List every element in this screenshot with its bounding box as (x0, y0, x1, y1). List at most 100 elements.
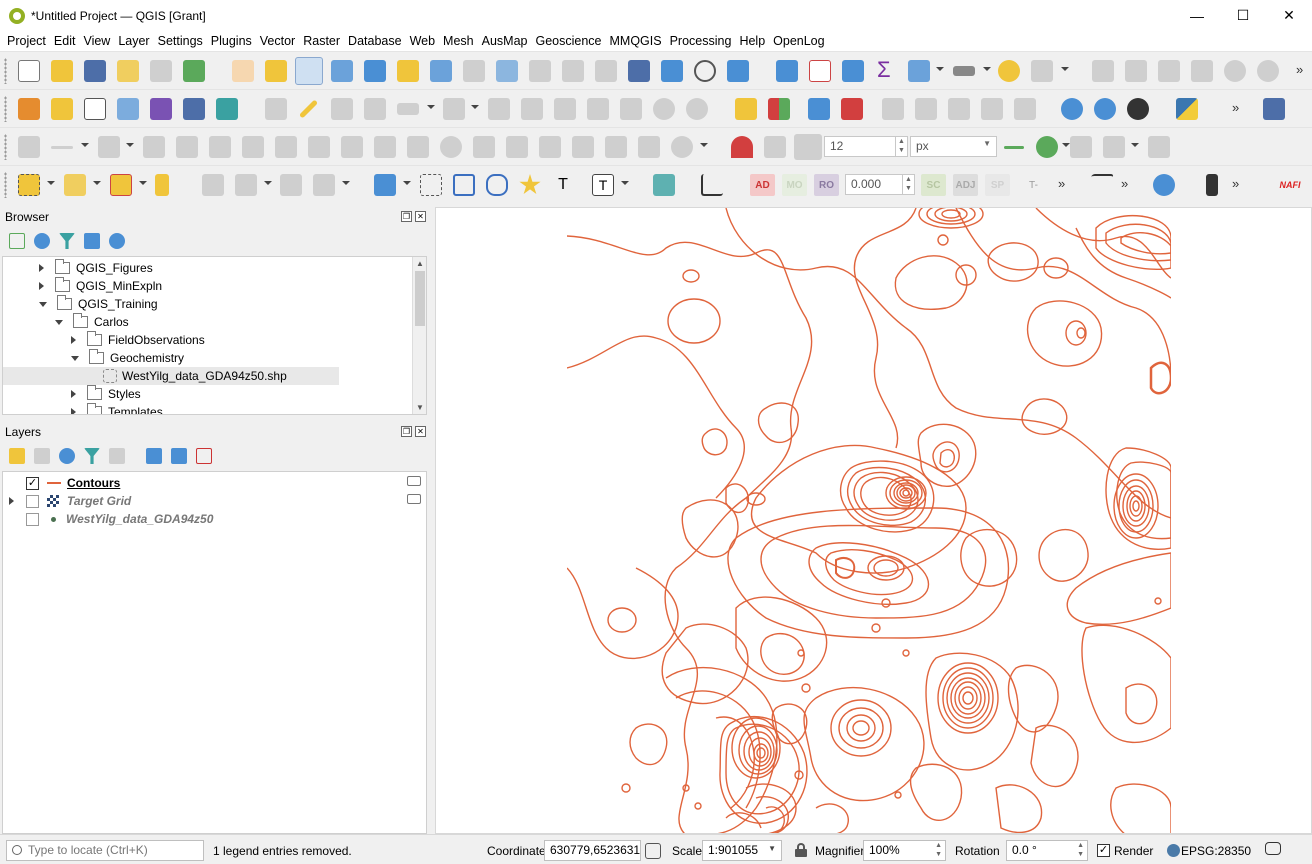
style-panel-icon[interactable] (9, 448, 25, 464)
screenshot-icon[interactable] (1206, 174, 1218, 196)
add-group-icon[interactable] (34, 448, 50, 464)
coordinate-field[interactable]: 630779,6523631 (544, 840, 641, 861)
sun-plus-icon[interactable] (1257, 60, 1279, 82)
measure-line-icon[interactable] (953, 66, 975, 76)
merge-features-icon[interactable] (440, 136, 462, 158)
chevron-down-icon[interactable] (1061, 67, 1069, 71)
split-features-icon[interactable] (374, 136, 396, 158)
tree-item[interactable]: Styles (71, 385, 141, 403)
expand-arrow-icon[interactable] (71, 408, 76, 414)
float-panel-icon[interactable]: ❐ (401, 211, 412, 222)
menu-raster[interactable]: Raster (299, 34, 344, 48)
spin-arrows-icon[interactable]: ▲ ▼ (902, 175, 914, 194)
expand-arrow-icon[interactable] (71, 336, 76, 344)
crs-globe-icon[interactable] (1167, 844, 1180, 857)
digitize-icon[interactable] (117, 98, 139, 120)
select-by-expression-icon[interactable] (64, 174, 86, 196)
undo-icon[interactable] (653, 98, 675, 120)
menu-project[interactable]: Project (3, 34, 50, 48)
change-label-icon[interactable] (948, 98, 970, 120)
open-project-icon[interactable] (51, 60, 73, 82)
processing-toolbox-icon[interactable] (842, 60, 864, 82)
sp-button[interactable]: SP (985, 174, 1010, 196)
menu-mesh[interactable]: Mesh (439, 34, 478, 48)
menu-view[interactable]: View (79, 34, 114, 48)
chevron-down-icon[interactable] (1131, 143, 1139, 147)
marker-annotation-icon[interactable] (519, 174, 541, 195)
layer-item-westyilg[interactable]: WestYilg_data_GDA94z50 (26, 510, 213, 528)
add-layer-icon[interactable] (51, 98, 73, 120)
browser-scrollbar[interactable]: ▲ ▼ (412, 257, 426, 414)
copy-features-icon[interactable] (587, 98, 609, 120)
layer-item-contours[interactable]: ✓ Contours (26, 474, 120, 492)
layer-indicator-icon[interactable] (407, 494, 421, 504)
georef-icon[interactable] (653, 174, 675, 196)
show-bookmarks-icon[interactable] (661, 60, 683, 82)
toolbar-more-icon[interactable]: » (1232, 100, 1239, 115)
new-bookmark-icon[interactable] (628, 60, 650, 82)
layer-visibility-checkbox[interactable]: ✓ (26, 476, 39, 490)
graticule-icon[interactable] (1125, 60, 1147, 82)
layout-manager-icon[interactable] (150, 60, 172, 82)
vector-tool-1-icon[interactable] (202, 174, 224, 196)
snap-vertex-icon[interactable] (764, 136, 786, 158)
menu-mmqgis[interactable]: MMQGIS (606, 34, 666, 48)
menu-edit[interactable]: Edit (50, 34, 80, 48)
tolerance-spinbox[interactable]: 12 ▲ ▼ (824, 136, 908, 157)
deselect-icon[interactable] (110, 174, 132, 196)
toolbar-grip[interactable] (4, 58, 7, 84)
vector-tool-2-icon[interactable] (235, 174, 257, 196)
chevron-down-icon[interactable] (81, 143, 89, 147)
tracing-icon[interactable] (1103, 136, 1125, 158)
python-console-icon[interactable] (1176, 98, 1198, 120)
topology-editing-icon[interactable] (1036, 136, 1058, 158)
scroll-up-icon[interactable]: ▲ (416, 259, 424, 268)
pan-icon[interactable] (232, 60, 254, 82)
zoom-native-icon[interactable] (463, 60, 485, 82)
diagram-icon[interactable] (768, 98, 790, 120)
new-map-view-icon[interactable] (562, 60, 584, 82)
tree-item[interactable]: Templates (71, 403, 163, 414)
close-panel-icon[interactable]: ✕ (415, 426, 426, 437)
expand-arrow-icon[interactable] (71, 390, 76, 398)
sun-icon[interactable] (1224, 60, 1246, 82)
toolbar-more-icon[interactable]: » (1058, 176, 1065, 191)
add-raster-icon[interactable] (183, 98, 205, 120)
menu-settings[interactable]: Settings (154, 34, 207, 48)
chevron-down-icon[interactable] (1062, 143, 1070, 147)
chevron-down-icon[interactable] (403, 181, 411, 185)
label-toolbar-icon[interactable] (735, 98, 757, 120)
chevron-down-icon[interactable] (427, 105, 435, 109)
modify-attributes-icon[interactable] (488, 98, 510, 120)
split-parts-icon[interactable] (407, 136, 429, 158)
new-3d-view-icon[interactable] (595, 60, 617, 82)
vector-tool-4-icon[interactable] (313, 174, 335, 196)
save-edits-icon[interactable] (331, 98, 353, 120)
binoculars-icon[interactable] (1127, 98, 1149, 120)
add-mesh-icon[interactable] (150, 98, 172, 120)
menu-openlog[interactable]: OpenLog (769, 34, 828, 48)
move-label-icon[interactable] (882, 98, 904, 120)
scroll-down-icon[interactable]: ▼ (416, 403, 424, 412)
expand-arrow-icon[interactable] (39, 264, 44, 272)
tree-item[interactable]: Carlos (55, 313, 129, 331)
offset-spinbox[interactable]: 0.000 ▲ ▼ (845, 174, 915, 195)
close-panel-icon[interactable]: ✕ (415, 211, 426, 222)
menu-geoscience[interactable]: Geoscience (531, 34, 605, 48)
messages-icon[interactable] (1265, 842, 1281, 855)
simplify-icon[interactable] (539, 136, 561, 158)
line-annotation-icon[interactable] (486, 174, 508, 196)
plugin-globe-icon[interactable] (1153, 174, 1175, 196)
delete-part-icon[interactable] (275, 136, 297, 158)
add-selected-icon[interactable] (9, 233, 25, 249)
chevron-down-icon[interactable] (93, 181, 101, 185)
crs-label[interactable]: EPSG:28350 (1181, 844, 1251, 858)
layer-visibility-checkbox[interactable] (26, 512, 39, 526)
avoid-overlap-icon[interactable] (1148, 136, 1170, 158)
add-vector-icon[interactable] (84, 98, 106, 120)
tree-item[interactable]: QGIS_Training (39, 295, 158, 313)
layer-indicator-icon[interactable] (407, 476, 421, 486)
sc-button[interactable]: SC (921, 174, 946, 196)
rotate-point-icon[interactable] (506, 136, 528, 158)
scroll-thumb[interactable] (415, 271, 425, 326)
